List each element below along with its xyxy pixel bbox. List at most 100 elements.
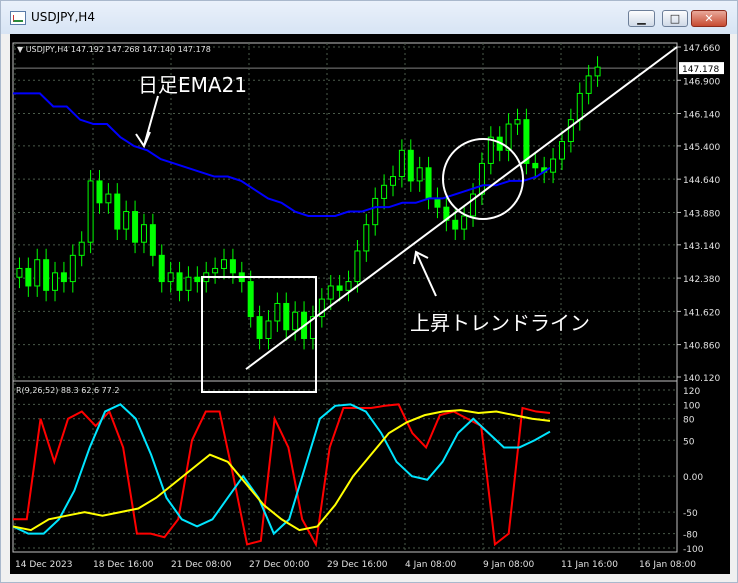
candle-body xyxy=(478,162,485,195)
candle-body xyxy=(292,311,299,331)
price-tick-label: 143.880 xyxy=(683,209,720,219)
time-tick-label: 29 Dec 16:00 xyxy=(327,560,388,570)
candle-body xyxy=(158,254,165,283)
candle-body xyxy=(425,167,432,199)
candle-body xyxy=(434,197,441,208)
chart-window: USDJPY,H4 ▁ □ ✕ 日足EMA21 上昇トレンドライン 147.660… xyxy=(0,0,738,583)
current-price-label: 147.178 xyxy=(682,65,719,75)
candle-body xyxy=(585,75,592,94)
maximize-button[interactable]: □ xyxy=(662,10,688,27)
candle-body xyxy=(354,250,361,283)
close-icon: ✕ xyxy=(704,12,714,25)
price-tick-label: 146.900 xyxy=(683,77,720,87)
candle-body xyxy=(87,180,94,243)
candle-body xyxy=(69,254,76,283)
minimize-icon: ▁ xyxy=(637,12,646,25)
time-tick-label: 21 Dec 08:00 xyxy=(171,560,232,570)
candle-body xyxy=(576,92,583,121)
candle-body xyxy=(247,281,254,318)
price-tick-label: 145.400 xyxy=(683,143,720,153)
candle-body xyxy=(550,158,557,173)
candle-body xyxy=(167,272,174,283)
candle-body xyxy=(123,211,130,230)
price-tick-label: 147.660 xyxy=(683,44,720,54)
candle-body xyxy=(265,320,272,339)
candle-body xyxy=(185,276,192,291)
oscillator xyxy=(12,403,551,548)
candle-body xyxy=(514,119,521,125)
candle-body xyxy=(283,302,290,331)
candle-body xyxy=(381,184,388,199)
trend-annotation-arrow xyxy=(413,250,437,297)
price-tick-label: 146.140 xyxy=(683,111,720,121)
window-title: USDJPY,H4 xyxy=(31,10,95,24)
candle-body xyxy=(140,224,147,243)
time-tick-label: 14 Dec 2023 xyxy=(15,560,73,570)
candle-body xyxy=(16,267,23,278)
price-tick-label: 144.640 xyxy=(683,176,720,186)
osc-tick-label: 0.00 xyxy=(683,473,703,483)
axes: 147.660 146.900 146.140 145.400 144.640 143.8… xyxy=(15,44,724,570)
maximize-icon: □ xyxy=(669,12,681,25)
ema-annotation-arrow xyxy=(135,95,159,149)
osc-tick-label: -100 xyxy=(683,545,704,555)
candle-body xyxy=(327,285,334,300)
close-button[interactable]: ✕ xyxy=(691,10,727,27)
osc-header: R(9,26,52) 88.3 62.6 77.2 xyxy=(16,386,119,395)
price-tick-label: 140.860 xyxy=(683,342,720,352)
time-tick-label: 27 Dec 00:00 xyxy=(249,560,310,570)
candle-body xyxy=(523,119,530,164)
osc-line-red xyxy=(13,403,551,548)
candle-body xyxy=(229,259,236,274)
ema-annotation-label: 日足EMA21 xyxy=(138,73,247,97)
time-tick-label: 9 Jan 08:00 xyxy=(483,560,535,570)
time-tick-label: 11 Jan 16:00 xyxy=(561,560,618,570)
chart-app-icon xyxy=(10,11,26,25)
candle-body xyxy=(558,141,565,160)
price-tick-label: 140.120 xyxy=(683,374,720,384)
candle-body xyxy=(78,241,85,256)
candle-body xyxy=(212,267,219,274)
candle-body xyxy=(221,259,228,269)
candle-body xyxy=(43,259,50,291)
candle-body xyxy=(532,162,539,169)
candles xyxy=(16,56,601,350)
osc-tick-label: 100 xyxy=(683,401,700,411)
osc-tick-label: -50 xyxy=(683,509,698,519)
candle-body xyxy=(25,267,32,287)
chart-area[interactable]: 日足EMA21 上昇トレンドライン 147.660 146.900 146.140 14… xyxy=(10,34,730,574)
candle-body xyxy=(594,66,601,77)
candle-body xyxy=(398,149,405,178)
osc-tick-label: 80 xyxy=(683,416,695,426)
time-tick-label: 4 Jan 08:00 xyxy=(405,560,457,570)
price-tick-label: 141.620 xyxy=(683,308,720,318)
title-bar[interactable]: USDJPY,H4 ▁ □ ✕ xyxy=(1,1,737,34)
price-tick-label: 142.380 xyxy=(683,275,720,285)
price-chart[interactable]: 日足EMA21上昇トレンドライン 147.660146.900146.14014… xyxy=(10,34,730,574)
candle-body xyxy=(256,316,263,339)
candle-body xyxy=(407,149,414,182)
candle-body xyxy=(336,285,343,291)
candle-body xyxy=(60,272,67,283)
candle-body xyxy=(274,302,281,322)
candle-body xyxy=(363,224,370,252)
candle-body xyxy=(34,259,41,287)
symbol-header: ▼ USDJPY,H4 147.192 147.268 147.140 147.… xyxy=(17,45,211,54)
candle-body xyxy=(149,224,156,256)
candle-body xyxy=(194,276,201,283)
candle-body xyxy=(452,219,459,230)
candle-body xyxy=(461,215,468,230)
candle-body xyxy=(567,119,574,143)
osc-tick-label: -80 xyxy=(683,531,698,541)
candle-body xyxy=(105,193,112,204)
time-tick-label: 18 Dec 16:00 xyxy=(93,560,154,570)
time-tick-label: 16 Jan 08:00 xyxy=(639,560,696,570)
trend-annotation-label: 上昇トレンドライン xyxy=(410,311,590,335)
minimize-button[interactable]: ▁ xyxy=(628,10,655,27)
candle-body xyxy=(176,272,183,291)
candle-body xyxy=(96,180,103,204)
candle-body xyxy=(389,176,396,186)
candle-body xyxy=(345,281,352,291)
candle-body xyxy=(416,167,423,182)
candle-body xyxy=(132,211,139,243)
